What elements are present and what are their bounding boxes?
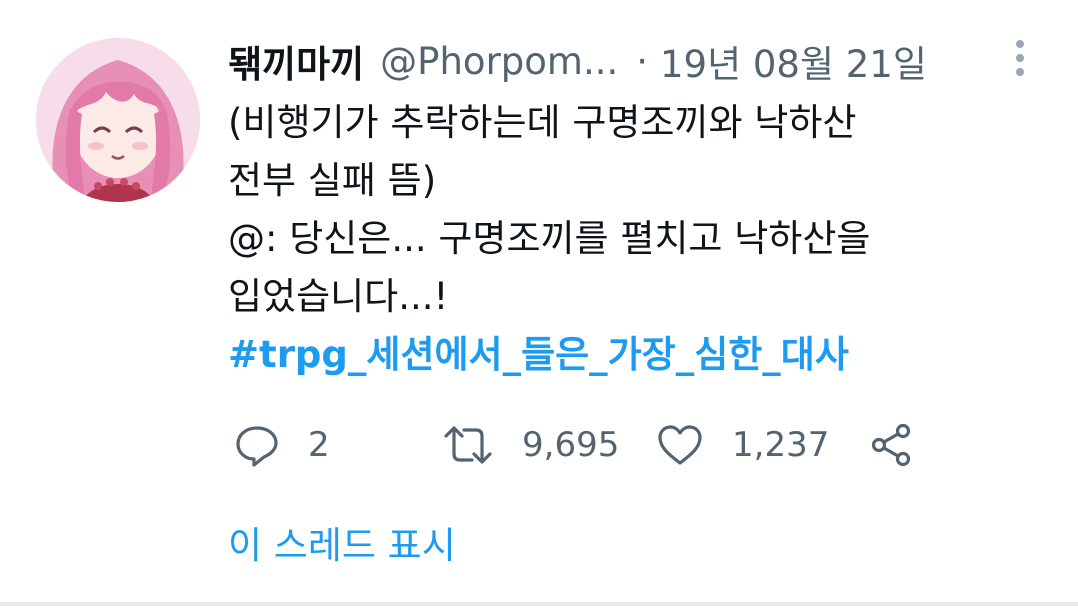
tweet-text-line: 입었습니다...! (228, 275, 449, 318)
tweet-text-line: (비행기가 추락하는데 구명조끼와 낙하산 (228, 101, 857, 144)
tweet-actions: 2 9,695 1,237 (228, 415, 1028, 475)
tweet-text: (비행기가 추락하는데 구명조끼와 낙하산 전부 실패 뜸) @: 당신은...… (228, 94, 1028, 384)
like-button[interactable]: 1,237 (656, 415, 829, 475)
avatar[interactable] (36, 38, 200, 202)
divider (0, 602, 1078, 606)
header-separator: · (636, 39, 648, 83)
user-handle[interactable]: @Phorpom... (380, 40, 618, 83)
display-name[interactable]: 돾끼마끼 (228, 34, 364, 88)
tweet-header: 돾끼마끼 @Phorpom... · 19년 08월 21일 (228, 34, 927, 88)
share-button[interactable] (868, 415, 914, 475)
retweet-count: 9,695 (522, 425, 620, 465)
reply-button[interactable]: 2 (234, 415, 330, 475)
avatar-image (36, 38, 200, 202)
reply-icon (234, 422, 280, 468)
hashtag-link[interactable]: #trpg_세션에서_들은_가장_심한_대사 (228, 326, 1028, 384)
retweet-button[interactable]: 9,695 (442, 415, 619, 475)
heart-icon (656, 422, 704, 468)
tweet-text-line: @: 당신은... 구명조끼를 펼치고 낙하산을 (228, 217, 871, 260)
show-thread-link[interactable]: 이 스레드 표시 (228, 515, 456, 569)
share-icon (868, 422, 914, 468)
tweet-card[interactable]: 돾끼마끼 @Phorpom... · 19년 08월 21일 (비행기가 추락하… (0, 0, 1078, 606)
tweet-date[interactable]: 19년 08월 21일 (660, 34, 927, 88)
like-count: 1,237 (732, 425, 830, 465)
reply-count: 2 (308, 425, 330, 465)
retweet-icon (442, 422, 494, 468)
more-vertical-icon[interactable] (1008, 38, 1032, 78)
tweet-text-line: 전부 실패 뜸) (228, 159, 437, 202)
